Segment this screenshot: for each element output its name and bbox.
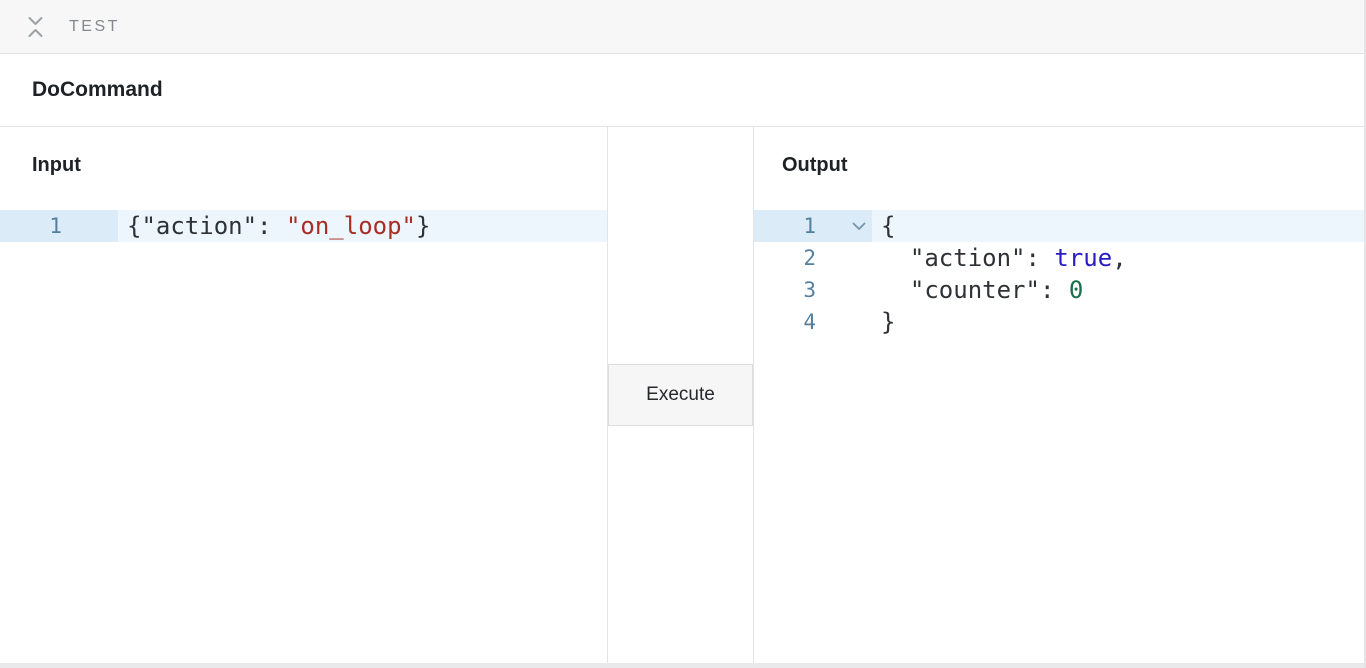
collapse-vertical-icon[interactable] [28, 16, 43, 38]
line-number: 3 [754, 274, 816, 306]
test-header-title: TEST [69, 18, 120, 36]
code-line: { [881, 210, 895, 242]
fold-chevron-icon[interactable] [816, 210, 872, 242]
line-number: 1 [0, 210, 62, 242]
fold-gutter-spacer [816, 306, 872, 338]
code-line: {"action": "on_loop"} [127, 210, 430, 242]
fold-gutter-spacer [62, 210, 118, 242]
editor-gutter: 1 [0, 210, 118, 242]
docommand-test-panel: TEST DoCommand Input 1 {"action": "on_loo… [0, 0, 1366, 668]
editor-gutter: 4 [754, 306, 872, 338]
editor-gutter: 2 [754, 242, 872, 274]
editor-line: 4} [754, 306, 1364, 338]
line-number: 4 [754, 306, 816, 338]
code-line: "counter": 0 [881, 274, 1083, 306]
fold-gutter-spacer [816, 242, 872, 274]
code-line: "action": true, [881, 242, 1127, 274]
editor-gutter: 3 [754, 274, 872, 306]
execute-column: Execute [608, 127, 754, 663]
editor-gutter: 1 [754, 210, 872, 242]
page-title: DoCommand [32, 78, 163, 102]
editor-line: 1 {"action": "on_loop"} [0, 210, 607, 242]
input-code-editor[interactable]: 1 {"action": "on_loop"} [0, 210, 607, 242]
editor-line: 3 "counter": 0 [754, 274, 1364, 306]
execute-button[interactable]: Execute [608, 364, 753, 426]
bottom-divider [0, 663, 1364, 668]
output-panel: Output 1{2 "action": true,3 "counter": 0… [754, 127, 1364, 663]
output-panel-title: Output [782, 151, 1364, 179]
fold-gutter-spacer [816, 274, 872, 306]
editor-line: 2 "action": true, [754, 242, 1364, 274]
input-panel: Input 1 {"action": "on_loop"} [0, 127, 608, 663]
test-header-bar: TEST [0, 0, 1364, 54]
input-panel-title: Input [32, 151, 607, 179]
editor-line: 1{ [754, 210, 1364, 242]
code-line: } [881, 306, 895, 338]
main-area: Input 1 {"action": "on_loop"} Execute Out… [0, 127, 1364, 663]
command-title-row: DoCommand [0, 54, 1364, 127]
line-number: 1 [754, 210, 816, 242]
output-code-editor: 1{2 "action": true,3 "counter": 04} [754, 210, 1364, 338]
line-number: 2 [754, 242, 816, 274]
